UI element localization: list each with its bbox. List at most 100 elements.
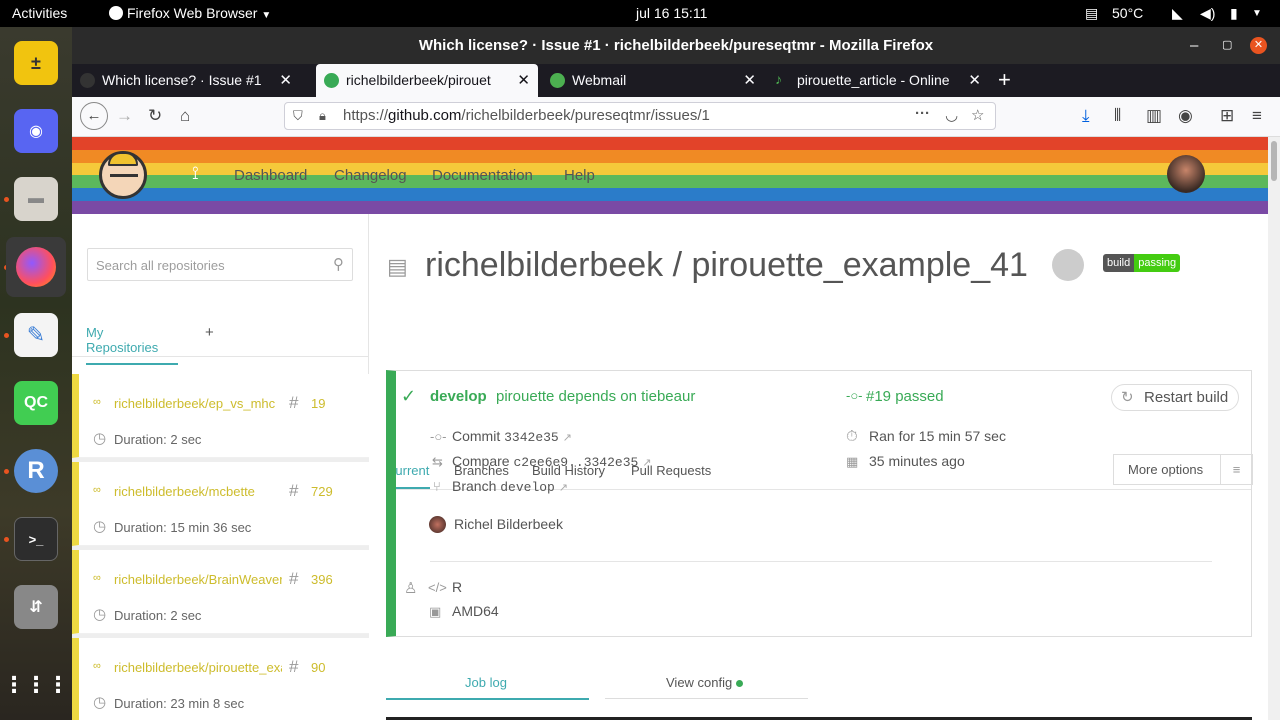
- chevron-down-icon: ▼: [261, 10, 272, 21]
- app-menu[interactable]: Firefox Web Browser ▼: [109, 5, 271, 21]
- commit-row[interactable]: Commit 3342e35 ↗: [452, 428, 572, 445]
- maximize-icon[interactable]: ▢: [1222, 27, 1232, 64]
- user-avatar[interactable]: [1167, 155, 1205, 193]
- restart-build-button[interactable]: ↻ Restart build: [1111, 384, 1239, 411]
- minimize-icon[interactable]: –: [1190, 27, 1198, 64]
- repo-link-icon: ∞: [93, 572, 101, 584]
- close-window-icon[interactable]: ✕: [1250, 37, 1267, 54]
- build-summary-card: ✓ develop pirouette depends on tiebeaur …: [386, 370, 1252, 637]
- text-editor-icon[interactable]: ✎: [14, 313, 58, 357]
- repo-build-number[interactable]: 396: [311, 572, 333, 587]
- tab-travis[interactable]: richelbilderbeek/pirouet ✕: [316, 64, 538, 97]
- bookmark-star-icon[interactable]: ☆: [971, 103, 984, 129]
- nav-dashboard[interactable]: Dashboard: [234, 167, 307, 184]
- sidebar-icon[interactable]: ▥: [1146, 106, 1162, 126]
- volume-icon[interactable]: ◀): [1200, 5, 1215, 22]
- repo-build-number[interactable]: 90: [311, 660, 325, 675]
- clock-icon: ◷: [93, 606, 107, 623]
- wifi-icon[interactable]: ◣: [1172, 5, 1183, 22]
- tab-my-repositories[interactable]: My Repositories: [86, 325, 178, 365]
- tab-job-log[interactable]: Job log: [465, 675, 507, 690]
- travis-logo-icon[interactable]: [99, 151, 147, 199]
- tab-issue[interactable]: Which license? · Issue #1 ✕: [72, 64, 300, 97]
- account-icon[interactable]: ◉: [1178, 106, 1193, 126]
- activities-button[interactable]: Activities: [12, 5, 67, 21]
- repo-name[interactable]: richelbilderbeek/mcbette: [114, 484, 282, 499]
- home-icon[interactable]: ⌂: [180, 106, 190, 126]
- discord-icon[interactable]: ◉: [14, 109, 58, 153]
- files-icon[interactable]: ▬: [14, 177, 58, 221]
- github-icon[interactable]: [1052, 249, 1084, 281]
- search-input[interactable]: Search all repositories ⚲: [87, 248, 353, 281]
- broadcast-icon[interactable]: ⟟: [192, 163, 199, 184]
- repo-card[interactable]: ∞ richelbilderbeek/pirouette_example_41 …: [72, 638, 369, 720]
- reload-icon[interactable]: ↻: [148, 106, 162, 126]
- card-divider: [430, 561, 1212, 562]
- ubuntu-dock: ± ◉ ▬ ✎ QC R >_ ⇵ ⋮⋮⋮: [0, 27, 72, 720]
- repo-card[interactable]: ∞ richelbilderbeek/ep_vs_mhc # 19 ◷ Dura…: [72, 374, 369, 458]
- menu-hamburger-icon[interactable]: ≡: [1252, 106, 1262, 126]
- repo-duration: Duration: 2 sec: [114, 432, 202, 447]
- search-icon[interactable]: ⚲: [333, 255, 344, 273]
- repo-name[interactable]: richelbilderbeek/pirouette_example_41: [114, 660, 282, 675]
- tab-webmail[interactable]: Webmail ✕: [542, 64, 764, 97]
- battery-icon[interactable]: ▮: [1230, 5, 1238, 22]
- close-tab-icon[interactable]: ✕: [517, 64, 530, 97]
- repo-build-number[interactable]: 729: [311, 484, 333, 499]
- repo-name[interactable]: richelbilderbeek/ep_vs_mhc: [114, 396, 282, 411]
- clock-icon: ◷: [93, 694, 107, 711]
- rstudio-icon[interactable]: R: [14, 449, 58, 493]
- system-menu-chevron-icon[interactable]: ▼: [1252, 8, 1262, 19]
- nav-documentation[interactable]: Documentation: [432, 167, 533, 184]
- page-scrollbar[interactable]: [1268, 137, 1280, 720]
- branch-icon: ⑂: [433, 479, 441, 494]
- cpu-sensor-icon: ▤: [1085, 5, 1099, 21]
- url-prefix: https://: [343, 107, 389, 124]
- extensions-icon[interactable]: ⊞: [1220, 106, 1234, 126]
- build-status[interactable]: #19 passed: [866, 388, 944, 405]
- tab-overleaf[interactable]: ♪ pirouette_article - Online ✕: [767, 64, 989, 97]
- branch-row[interactable]: Branch develop ↗: [452, 478, 568, 495]
- repo-build-number[interactable]: 19: [311, 396, 325, 411]
- clock[interactable]: jul 16 15:11: [636, 5, 707, 21]
- show-apps-icon[interactable]: ⋮⋮⋮: [3, 663, 69, 707]
- forward-icon[interactable]: →: [116, 106, 133, 126]
- firefox-icon: [109, 6, 123, 20]
- repo-title: richelbilderbeek / pirouette_example_41: [425, 246, 1028, 284]
- terminal-icon[interactable]: >_: [14, 517, 58, 561]
- url-path: /richelbilderbeek/pureseqtmr/issues/1: [461, 107, 710, 124]
- downloads-icon[interactable]: ⤓: [1082, 106, 1090, 126]
- page-actions-icon[interactable]: ···: [915, 101, 930, 127]
- close-tab-icon[interactable]: ✕: [968, 64, 981, 97]
- qtcreator-icon[interactable]: QC: [14, 381, 58, 425]
- repo-card[interactable]: ∞ richelbilderbeek/mcbette # 729 ◷ Durat…: [72, 462, 369, 546]
- tab-view-config[interactable]: View config: [666, 675, 743, 690]
- linux-os-icon: ♙: [404, 580, 418, 597]
- usb-drive-icon[interactable]: ⇵: [14, 585, 58, 629]
- close-tab-icon[interactable]: ✕: [743, 64, 756, 97]
- library-icon[interactable]: ⫴: [1114, 106, 1121, 126]
- add-repository-button[interactable]: +: [205, 324, 214, 341]
- nav-changelog[interactable]: Changelog: [334, 167, 407, 184]
- compare-row[interactable]: Compare c2ee6e9..3342e35 ↗: [452, 453, 651, 470]
- build-status-badge[interactable]: build passing: [1103, 254, 1181, 272]
- commit-label: Commit: [452, 428, 501, 444]
- repo-name[interactable]: richelbilderbeek/BrainWeaver: [114, 572, 282, 587]
- build-branch[interactable]: develop: [430, 388, 487, 405]
- new-tab-icon[interactable]: +: [998, 67, 1011, 93]
- scrollbar-thumb[interactable]: [1271, 141, 1277, 181]
- close-tab-icon[interactable]: ✕: [279, 64, 292, 97]
- tracking-shield-icon[interactable]: ⛉: [293, 103, 303, 129]
- back-icon[interactable]: ←: [80, 102, 108, 130]
- notes-app-icon[interactable]: ±: [14, 41, 58, 85]
- clock-icon: ◷: [93, 518, 107, 535]
- commit-message: pirouette depends on tiebeaur: [496, 388, 696, 405]
- url-bar[interactable]: ⛉ 🔒︎ https://github.com/richelbilderbeek…: [284, 102, 996, 130]
- lock-icon[interactable]: 🔒︎: [319, 103, 326, 129]
- job-log-tab-underline: [386, 698, 589, 700]
- firefox-dock-icon[interactable]: [6, 237, 66, 297]
- temperature-label[interactable]: 50°C: [1112, 5, 1143, 21]
- repo-card[interactable]: ∞ richelbilderbeek/BrainWeaver # 396 ◷ D…: [72, 550, 369, 634]
- nav-help[interactable]: Help: [564, 167, 595, 184]
- pocket-icon[interactable]: ◡: [945, 103, 958, 129]
